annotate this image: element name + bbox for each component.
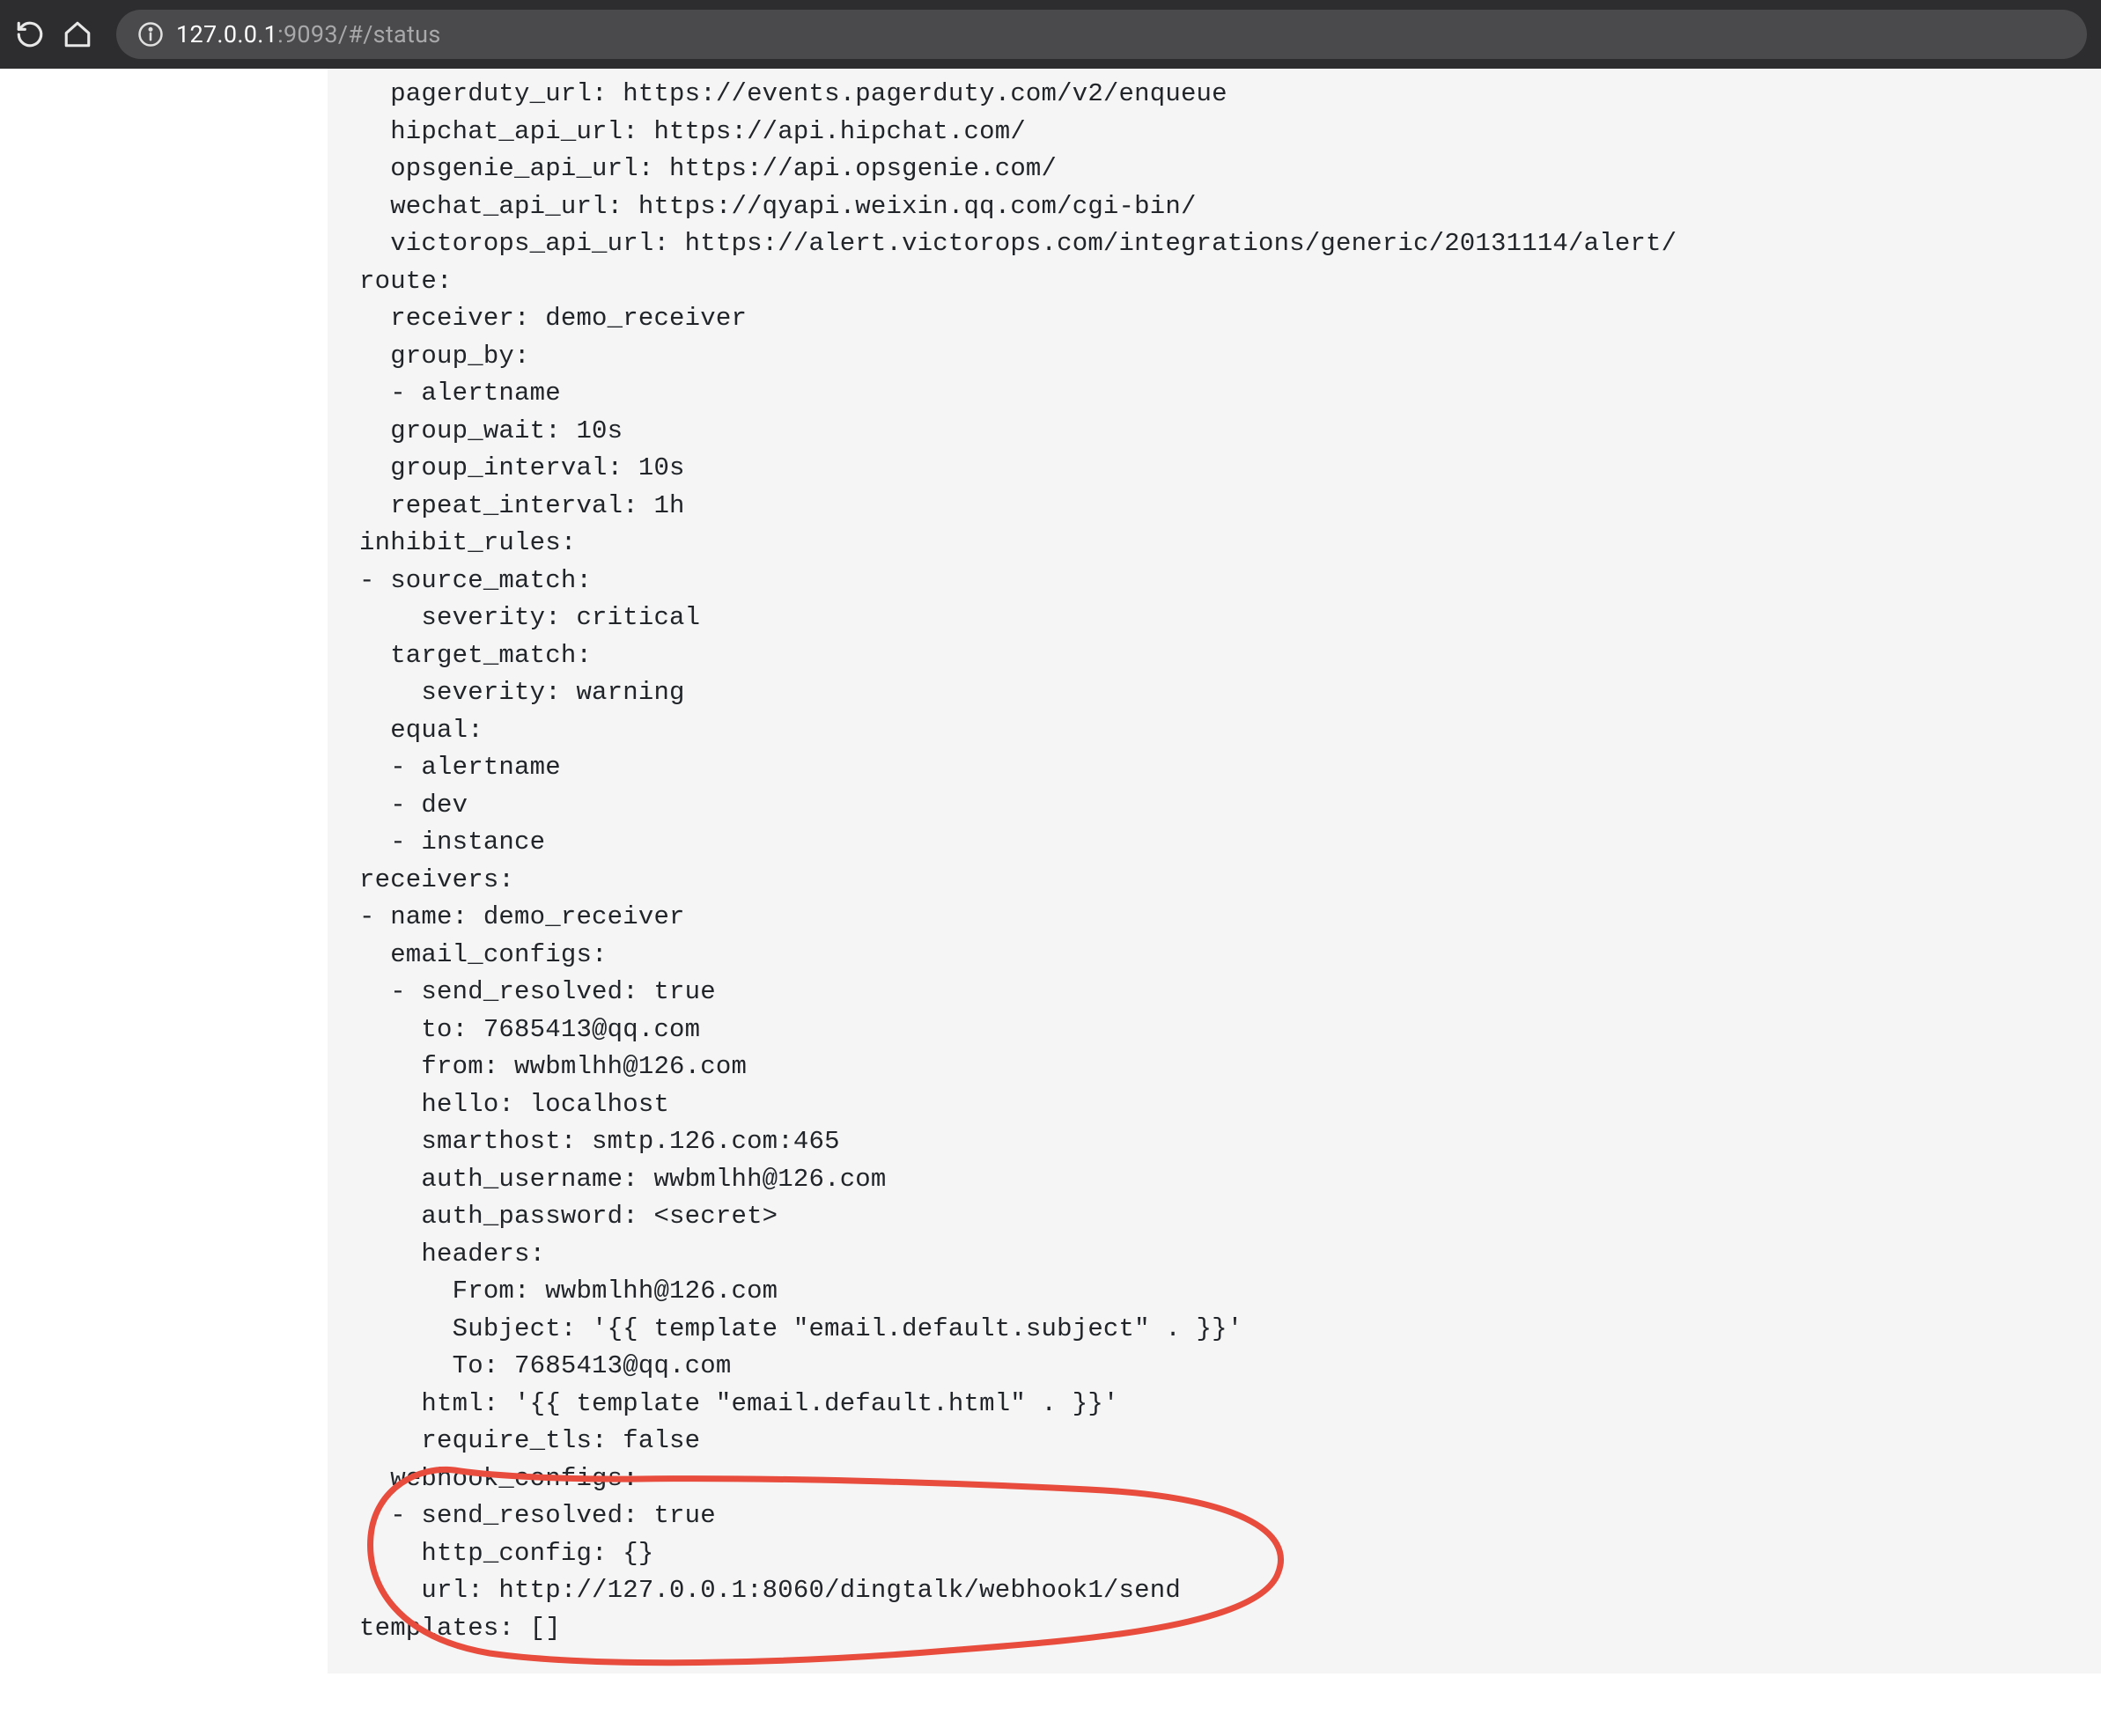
reload-button[interactable] <box>14 18 46 50</box>
site-info-icon[interactable] <box>137 21 164 48</box>
home-button[interactable] <box>62 18 93 50</box>
url-host: 127.0.0.1 <box>176 20 277 48</box>
url-port: :9093 <box>277 20 338 48</box>
url-text: 127.0.0.1:9093/#/status <box>176 20 441 48</box>
browser-chrome: 127.0.0.1:9093/#/status <box>0 0 2101 69</box>
address-bar[interactable]: 127.0.0.1:9093/#/status <box>116 10 2087 59</box>
config-container: pagerduty_url: https://events.pagerduty.… <box>328 69 2101 1673</box>
url-path: /#/status <box>338 20 441 48</box>
config-yaml: pagerduty_url: https://events.pagerduty.… <box>328 76 2101 1647</box>
page-content: pagerduty_url: https://events.pagerduty.… <box>0 69 2101 1673</box>
